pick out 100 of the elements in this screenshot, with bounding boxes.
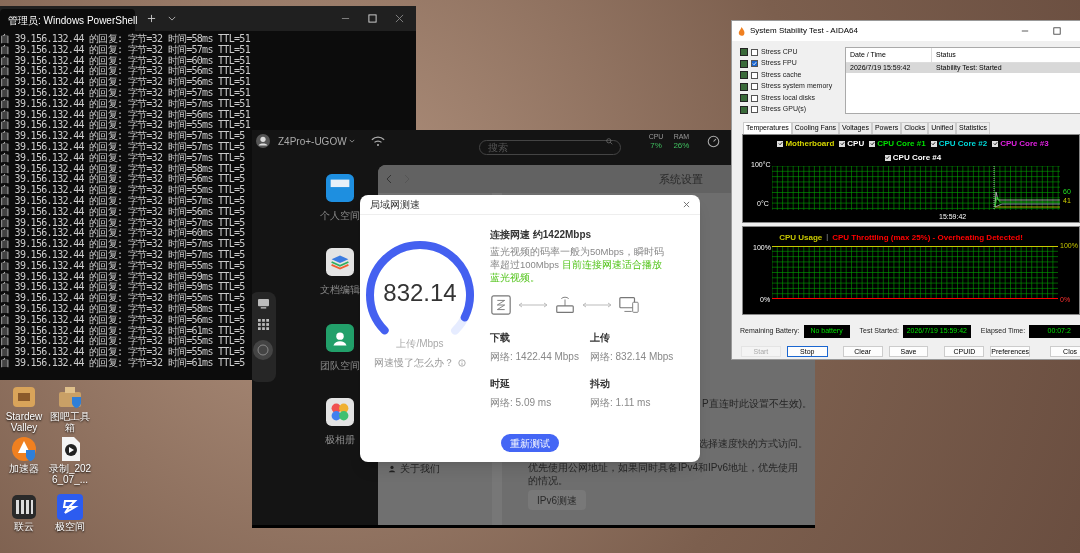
legend-label: CPU bbox=[847, 137, 865, 150]
check-icon bbox=[752, 61, 757, 66]
stat-value: 网络: 5.09 ms bbox=[490, 396, 553, 410]
terminal-line: 自 39.156.132.44 的回复: 字节=32 时间=56ms TTL=51 bbox=[0, 77, 250, 88]
router-icon bbox=[554, 294, 576, 316]
close-icon[interactable] bbox=[683, 201, 690, 208]
terminal-line: 自 39.156.132.44 的回复: 字节=32 时间=55ms TTL=5 bbox=[0, 293, 245, 304]
stat-label: 抖动 bbox=[590, 377, 611, 391]
stat-value: 网络: 1.11 ms bbox=[590, 396, 652, 410]
people-icon[interactable] bbox=[326, 324, 354, 352]
rocket-icon[interactable] bbox=[10, 435, 38, 463]
terminal-line: 自 39.156.132.44 的回复: 字节=32 时间=57ms TTL=51 bbox=[0, 88, 250, 99]
legend-label: Motherboard bbox=[785, 137, 835, 150]
checkbox[interactable] bbox=[992, 140, 999, 147]
person-icon bbox=[388, 464, 396, 473]
terminal-line: 自 39.156.132.44 的回复: 字节=32 时间=57ms TTL=5 bbox=[0, 131, 245, 142]
stat-value: 网络: 1422.44 Mbps bbox=[490, 350, 580, 364]
terminal-line: 自 39.156.132.44 的回复: 字节=32 时间=59ms TTL=5 bbox=[0, 282, 245, 293]
terminal-line: 自 39.156.132.44 的回复: 字节=32 时间=55ms TTL=5 bbox=[0, 347, 245, 358]
plus-icon[interactable] bbox=[147, 14, 156, 23]
settings-text: 选择速度快的方式访问。 bbox=[698, 437, 808, 451]
speed-value: 832.14 bbox=[383, 279, 457, 307]
photos-icon[interactable] bbox=[326, 398, 354, 426]
app-icon[interactable] bbox=[56, 493, 84, 521]
stat-label: 下载 bbox=[490, 331, 511, 345]
stat-label: 时延 bbox=[490, 377, 511, 391]
checkbox[interactable] bbox=[751, 94, 758, 102]
check-icon bbox=[869, 141, 875, 146]
gauge-icon[interactable] bbox=[707, 134, 721, 148]
search-icon[interactable] bbox=[605, 137, 613, 145]
checkbox[interactable] bbox=[751, 83, 758, 90]
desktop-icon-label[interactable]: Stardew Valley bbox=[2, 411, 46, 433]
terminal-line: 自 39.156.132.44 的回复: 字节=32 时间=56ms TTL=5 bbox=[0, 174, 245, 185]
app-label[interactable]: 个人空间 bbox=[320, 208, 360, 223]
terminal-line: 自 39.156.132.44 的回复: 字节=32 时间=55ms TTL=5 bbox=[0, 185, 245, 196]
check-icon bbox=[885, 155, 891, 160]
terminal-line: 自 39.156.132.44 的回复: 字节=32 时间=56ms TTL=51 bbox=[0, 109, 250, 120]
speed-unit: 上传/Mbps bbox=[396, 338, 444, 350]
desktop-icon-label[interactable]: 加速器 bbox=[9, 463, 39, 474]
terminal-line: 自 39.156.132.44 的回复: 字节=32 时间=55ms TTL=51 bbox=[0, 120, 250, 131]
device-name: Z4Pro+-UGOW bbox=[278, 134, 347, 149]
close-icon[interactable] bbox=[395, 14, 404, 23]
nas-device-icon bbox=[490, 294, 512, 316]
app-label[interactable]: 文档编辑 bbox=[320, 282, 360, 297]
terminal-line: 自 39.156.132.44 的回复: 字节=32 时间=56ms TTL=51 bbox=[0, 66, 250, 77]
terminal-line: 自 39.156.132.44 的回复: 字节=32 时间=57ms TTL=5 bbox=[0, 217, 245, 228]
desktop-icon-label[interactable]: 录制_2026_07_... bbox=[48, 463, 92, 485]
desktop-icon-label[interactable]: 极空间 bbox=[55, 521, 85, 532]
drive-bay-icon[interactable] bbox=[10, 493, 38, 521]
check-icon bbox=[839, 141, 845, 146]
check-icon bbox=[777, 141, 783, 146]
checkbox[interactable] bbox=[884, 154, 891, 161]
terminal-line: 自 39.156.132.44 的回复: 字节=32 时间=57ms TTL=5 bbox=[0, 195, 245, 207]
flame-icon bbox=[737, 26, 746, 36]
check-icon bbox=[992, 141, 998, 146]
settings-text: 的情况。 bbox=[528, 474, 568, 488]
checkbox[interactable] bbox=[777, 140, 784, 147]
stat-value: 网络: 832.14 Mbps bbox=[590, 350, 675, 364]
sidebar-label: 关于我们 bbox=[400, 462, 440, 476]
tab-title: 管理员: Windows PowerShell bbox=[8, 13, 138, 28]
device-menu[interactable]: Z4Pro+-UGOW bbox=[278, 133, 355, 149]
monitor-icon[interactable] bbox=[256, 298, 270, 309]
dropdown-caret-icon[interactable] bbox=[168, 16, 176, 21]
desktop-icon-label[interactable]: 图吧工具箱 bbox=[48, 411, 92, 433]
retest-button[interactable]: 重新测试 bbox=[501, 434, 559, 452]
maximize-icon[interactable] bbox=[1053, 27, 1061, 35]
terminal-line: 自 39.156.132.44 的回复: 字节=32 时间=60ms TTL=5 bbox=[0, 228, 245, 239]
terminal-line: 自 39.156.132.44 的回复: 字节=32 时间=58ms TTL=5 bbox=[0, 303, 245, 315]
terminal-line: 自 39.156.132.44 的回复: 字节=32 时间=59ms TTL=5 bbox=[0, 271, 245, 282]
dialog-title: 局域网测速 bbox=[370, 198, 420, 212]
checkbox[interactable] bbox=[751, 71, 758, 79]
terminal-line: 自 39.156.132.44 的回复: 字节=32 时间=58ms TTL=51 bbox=[0, 34, 250, 45]
stat-label: 上传 bbox=[590, 331, 611, 345]
folder-icon[interactable] bbox=[326, 174, 354, 202]
double-arrow-icon bbox=[518, 302, 548, 308]
speed-note: 蓝光视频的码率一般为50Mbps，瞬时码率超过100Mbps 目前连接网速适合播放蓝光视频。 bbox=[490, 245, 665, 284]
checkbox[interactable] bbox=[839, 140, 846, 147]
avatar-icon[interactable] bbox=[256, 134, 270, 148]
checkbox[interactable] bbox=[869, 140, 876, 147]
terminal-line: 自 39.156.132.44 的回复: 字节=32 时间=60ms TTL=51 bbox=[0, 55, 250, 66]
terminal-line: 自 39.156.132.44 的回复: 字节=32 时间=58ms TTL=5 bbox=[0, 163, 245, 174]
checkbox[interactable] bbox=[751, 106, 758, 113]
layers-icon[interactable] bbox=[326, 248, 354, 276]
desktop-icon-label[interactable]: 联云 bbox=[14, 521, 34, 532]
window-title: System Stability Test - AIDA64 bbox=[750, 25, 858, 37]
app-label[interactable]: 极相册 bbox=[325, 432, 355, 447]
caret-icon[interactable] bbox=[348, 139, 355, 143]
search-field[interactable]: 搜索 bbox=[478, 139, 621, 155]
legend-label: CPU Core #3 bbox=[1000, 137, 1049, 150]
terminal-line: 自 39.156.132.44 的回复: 字节=32 时间=61ms TTL=5 bbox=[0, 357, 245, 369]
app-grid-icon[interactable] bbox=[257, 319, 269, 330]
terminal-line: 自 39.156.132.44 的回复: 字节=32 时间=57ms TTL=5 bbox=[0, 239, 245, 250]
terminal-tab[interactable]: 管理员: Windows PowerShell bbox=[0, 9, 135, 31]
app-label[interactable]: 团队空间 bbox=[320, 358, 360, 373]
checkbox[interactable] bbox=[751, 48, 758, 56]
checkbox[interactable] bbox=[930, 140, 937, 147]
wifi-icon bbox=[370, 135, 385, 147]
legend-label: CPU Core #4 bbox=[892, 151, 942, 164]
terminal-line: 自 39.156.132.44 的回复: 字节=32 时间=57ms TTL=5 bbox=[0, 249, 245, 261]
checkbox[interactable] bbox=[751, 60, 758, 67]
